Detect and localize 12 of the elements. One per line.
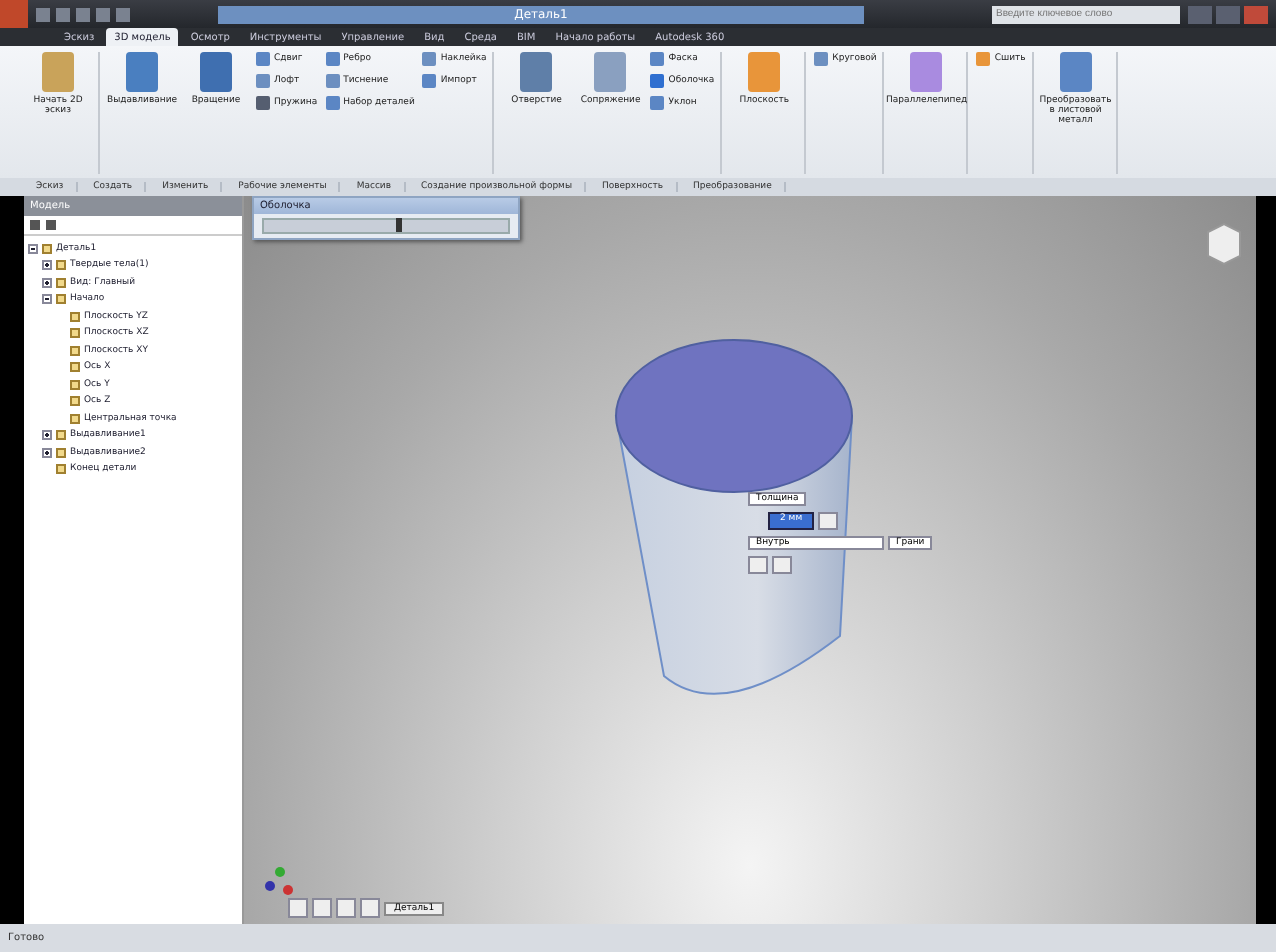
expand-icon[interactable] bbox=[42, 277, 52, 288]
minimize-button[interactable] bbox=[1188, 5, 1212, 23]
axis-triad-icon bbox=[264, 864, 296, 900]
view-cube-icon[interactable] bbox=[1204, 220, 1244, 268]
collapse-icon[interactable] bbox=[42, 294, 52, 305]
maximize-button[interactable] bbox=[1216, 5, 1240, 23]
collapse-icon[interactable] bbox=[28, 243, 38, 254]
expand-icon[interactable] bbox=[42, 430, 52, 441]
slider-thumb[interactable] bbox=[396, 218, 403, 232]
expand-icon[interactable] bbox=[42, 260, 52, 271]
close-button[interactable] bbox=[1244, 5, 1268, 23]
expand-icon[interactable] bbox=[42, 447, 52, 458]
